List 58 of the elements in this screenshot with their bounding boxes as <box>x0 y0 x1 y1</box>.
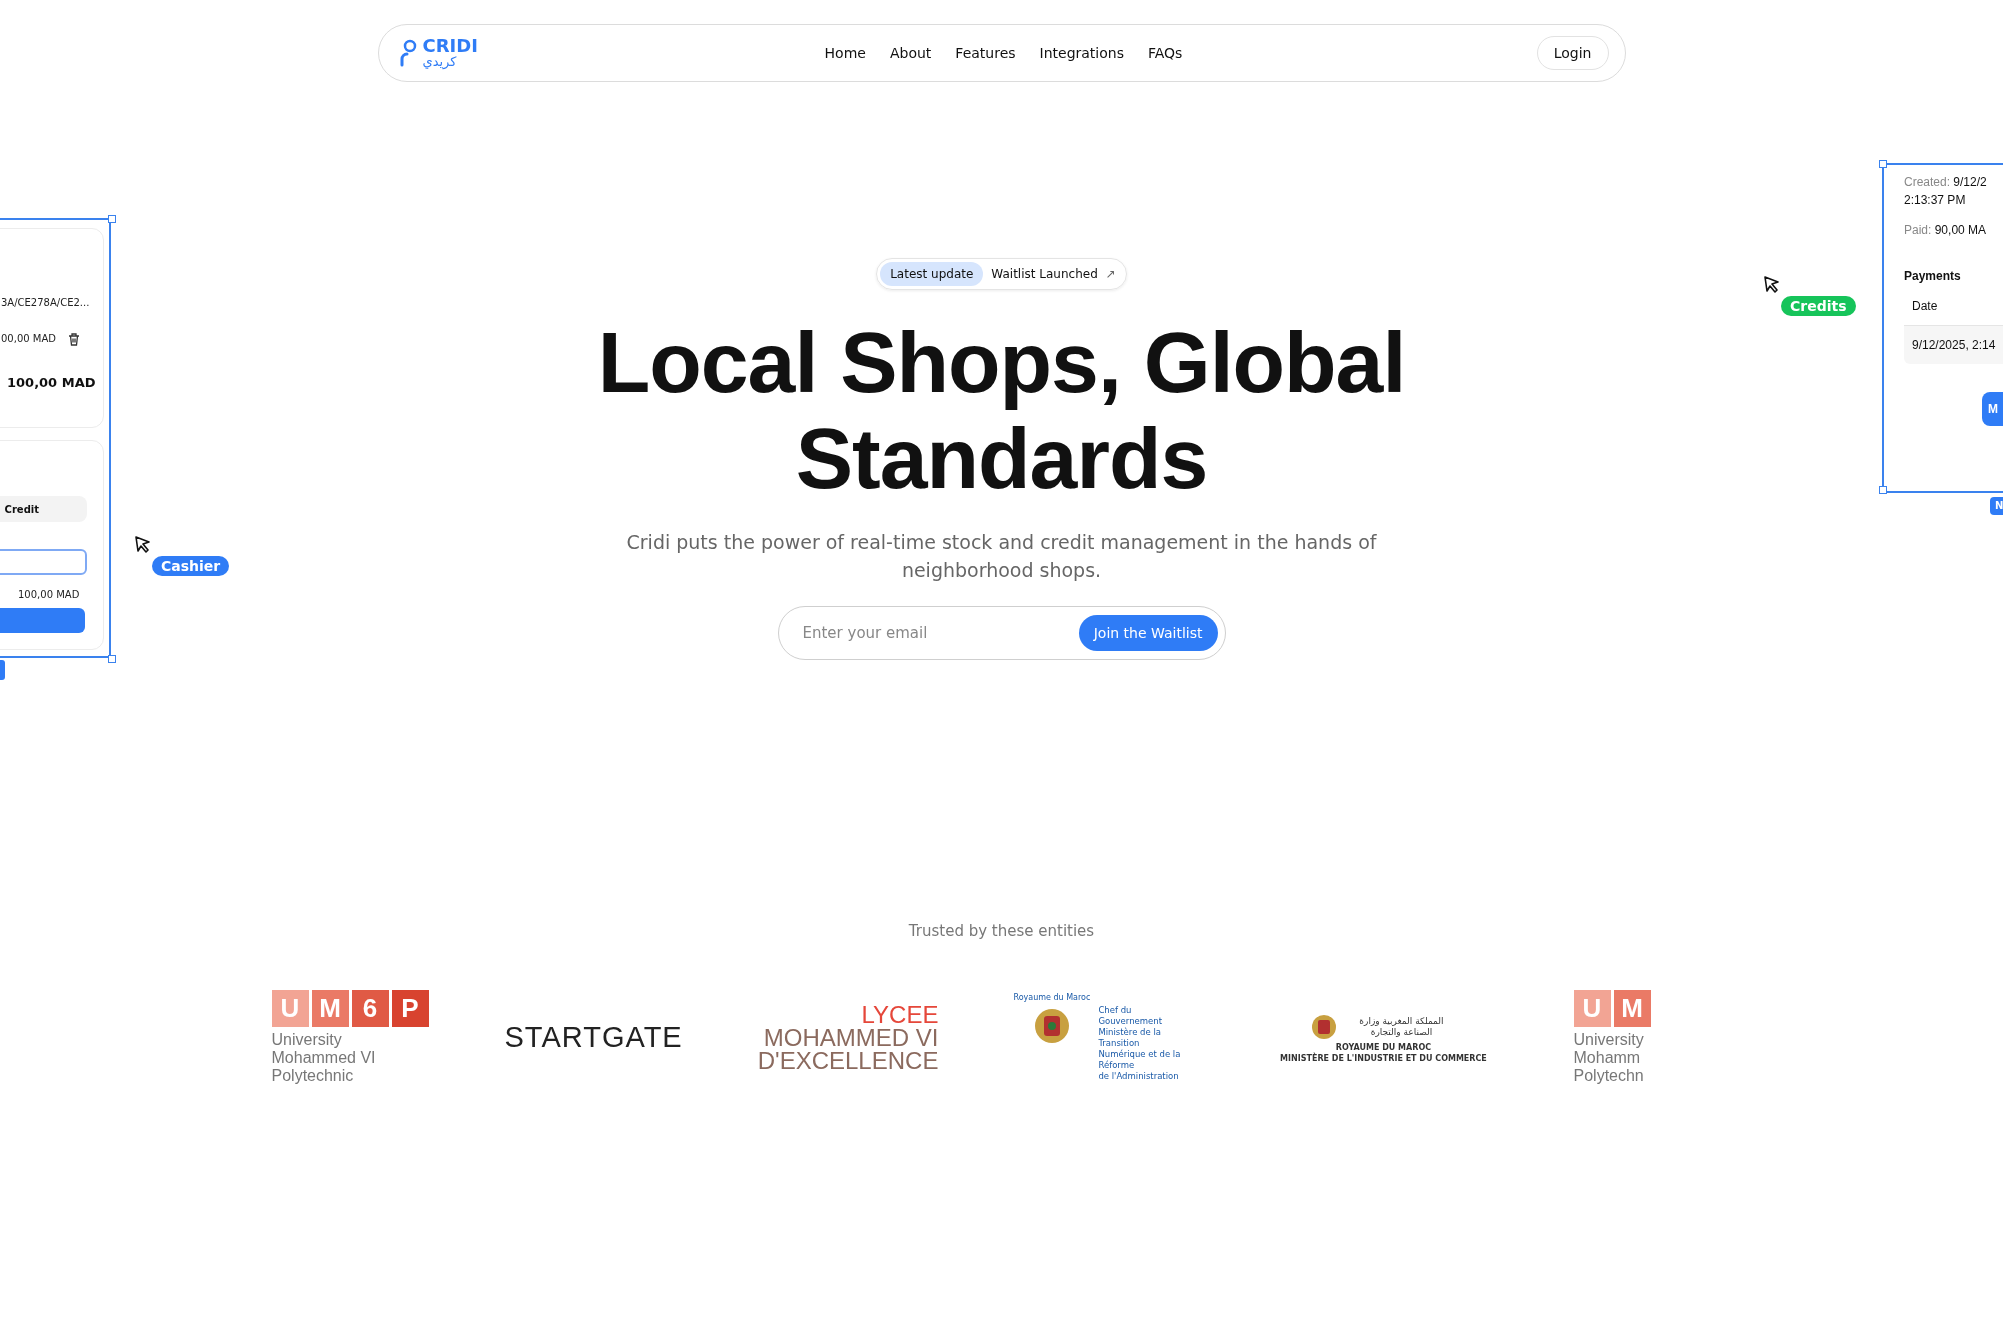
startgate-logo: STARTGATE <box>504 1021 683 1054</box>
logo-letter: M <box>311 990 349 1027</box>
resize-handle[interactable] <box>108 655 116 663</box>
item-price: 00,00 MAD <box>1 333 56 344</box>
nav-link[interactable]: Home <box>824 45 866 61</box>
logo-text: Royaume du Maroc <box>1013 993 1091 1002</box>
frame-tag: N <box>1990 497 2003 515</box>
nav-link[interactable]: Features <box>955 45 1016 61</box>
cursor-icon <box>1763 275 1781 293</box>
nav-link[interactable]: FAQs <box>1148 45 1183 61</box>
logo-letter: P <box>391 990 429 1027</box>
logo-text: MOHAMMED VI <box>763 1026 939 1049</box>
amount-field[interactable] <box>0 549 87 575</box>
total-amount: 100,00 MAD <box>7 375 96 390</box>
badge-tag: Latest update <box>880 262 984 286</box>
nav-link[interactable]: Integrations <box>1039 45 1124 61</box>
logo-text: ROYAUME DU MAROC <box>1335 1042 1432 1052</box>
emblem-icon <box>1310 1012 1339 1041</box>
created-info: Created: 9/12/2 2:13:37 PM <box>1904 174 1988 209</box>
logo-text: D'EXCELLENCE <box>757 1049 939 1072</box>
subtitle: Cridi puts the power of real-time stock and credit management in the hands of neighborhood shops. <box>625 530 1378 583</box>
credit-option[interactable]: Credit <box>0 496 87 522</box>
user-label: Cashier <box>152 556 230 576</box>
section-caption: Trusted by these entities <box>908 922 1095 940</box>
logo-letter: U <box>1573 990 1611 1027</box>
logo-text: MINISTÈRE DE L'INDUSTRIE ET DU COMMERCE <box>1280 1053 1487 1063</box>
amount-text: 100,00 MAD <box>18 589 80 600</box>
user-label: Credits <box>1781 296 1856 316</box>
resize-handle[interactable] <box>108 215 116 223</box>
headline: Local Shops, Global <box>597 314 1406 410</box>
table-cell: 9/12/2025, 2:14 <box>1904 326 2003 364</box>
logo-arabic-text: كريدي <box>422 54 458 70</box>
nav-link[interactable]: About <box>889 45 932 61</box>
logo-arabic-text: المملكة المغربية وزارة الصناعة والتجارة <box>1358 1015 1445 1038</box>
logo-letter: 6 <box>351 990 389 1027</box>
headline: Standards <box>794 410 1209 506</box>
badge-text: Waitlist Launched <box>991 267 1098 281</box>
logo-icon <box>398 39 417 67</box>
login-button[interactable]: Login <box>1536 36 1609 70</box>
frame-tag <box>0 660 5 680</box>
logo-caption: Chef du Gouvernement Ministère de la Transition Numérique et de la Réforme de l'Administration <box>1098 1005 1182 1082</box>
item-reference: 3A/CE278A/CE2... <box>1 297 90 308</box>
section-title: Payments <box>1904 268 1962 285</box>
join-waitlist-button[interactable]: Join the Waitlist <box>1078 615 1218 651</box>
resize-handle[interactable] <box>1879 160 1887 168</box>
logo-text: CRIDI <box>422 36 478 55</box>
logo-text: LYCEE <box>861 1003 939 1026</box>
logo-letter: M <box>1613 990 1651 1027</box>
resize-handle[interactable] <box>1879 486 1887 494</box>
trash-icon <box>67 332 81 347</box>
arrow-icon: ↗ <box>1105 267 1116 281</box>
cursor-icon <box>134 535 152 553</box>
paid-info: Paid: 90,00 MA <box>1904 222 1988 239</box>
action-button[interactable]: M <box>1982 392 2003 426</box>
logo-letter: U <box>271 990 309 1027</box>
email-field[interactable]: Enter your email <box>800 623 1079 643</box>
logo-caption: University Mohammed VI Polytechnic <box>271 1031 377 1085</box>
logo-caption: University Mohamm Polytechn <box>1573 1031 1645 1085</box>
